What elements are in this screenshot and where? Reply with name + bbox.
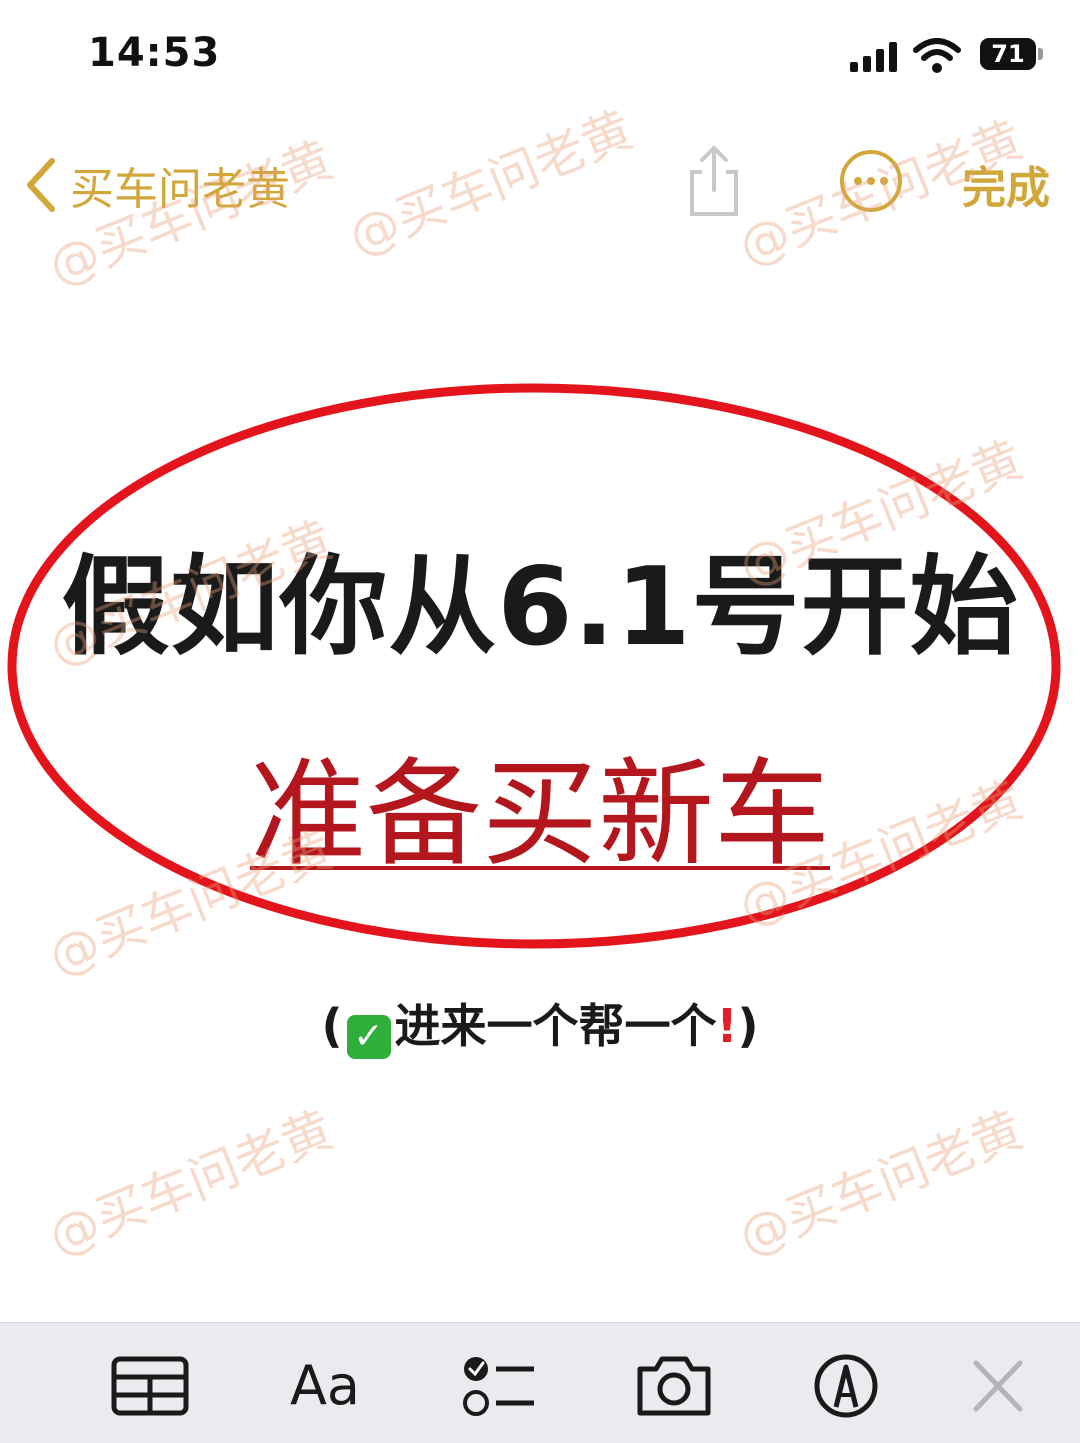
notes-screen: 14:53 71 买车问老黄 完成 假如你从6.1号开始 准备买新车 (✓ 进…	[0, 0, 1080, 1443]
more-button[interactable]	[838, 148, 904, 214]
camera-icon	[637, 1356, 711, 1416]
share-button[interactable]	[686, 142, 742, 218]
share-icon	[690, 146, 738, 216]
status-time: 14:53	[88, 30, 221, 76]
tagline: (✓ 进来一个帮一个!)	[0, 990, 1080, 1059]
markup-icon	[814, 1354, 878, 1418]
check-mark-icon: ✓	[346, 1015, 391, 1059]
checklist-icon	[463, 1357, 534, 1416]
table-button[interactable]	[110, 1351, 190, 1421]
more-icon	[840, 150, 902, 212]
close-button[interactable]	[958, 1351, 1038, 1421]
checklist-button[interactable]	[460, 1351, 540, 1421]
tagline-close-paren: )	[737, 999, 759, 1053]
watermark: @买车问老黄	[730, 1100, 1031, 1267]
table-icon	[111, 1356, 189, 1416]
back-button[interactable]: 买车问老黄	[22, 150, 290, 220]
bottom-toolbar: Aa	[0, 1322, 1080, 1443]
camera-button[interactable]	[634, 1351, 714, 1421]
nav-bar: 买车问老黄 完成	[0, 140, 1080, 230]
battery-cap	[1038, 48, 1043, 60]
done-button[interactable]: 完成	[962, 152, 1050, 216]
headline: 假如你从6.1号开始	[61, 545, 1019, 670]
markup-button[interactable]	[806, 1351, 886, 1421]
tagline-open-paren: (	[321, 999, 343, 1053]
exclamation-icon: !	[716, 999, 738, 1053]
battery-icon: 71	[980, 38, 1036, 70]
close-icon	[973, 1360, 1023, 1412]
subheadline: 准备买新车	[250, 747, 830, 882]
tagline-text: 进来一个帮一个	[394, 999, 717, 1053]
watermark: @买车问老黄	[40, 1100, 341, 1267]
wifi-icon	[913, 38, 961, 73]
format-button[interactable]: Aa	[285, 1351, 365, 1421]
back-label: 买车问老黄	[70, 164, 290, 215]
chevron-left-icon	[27, 158, 55, 212]
signal-icon	[850, 42, 897, 72]
status-icons: 71	[850, 34, 1050, 78]
